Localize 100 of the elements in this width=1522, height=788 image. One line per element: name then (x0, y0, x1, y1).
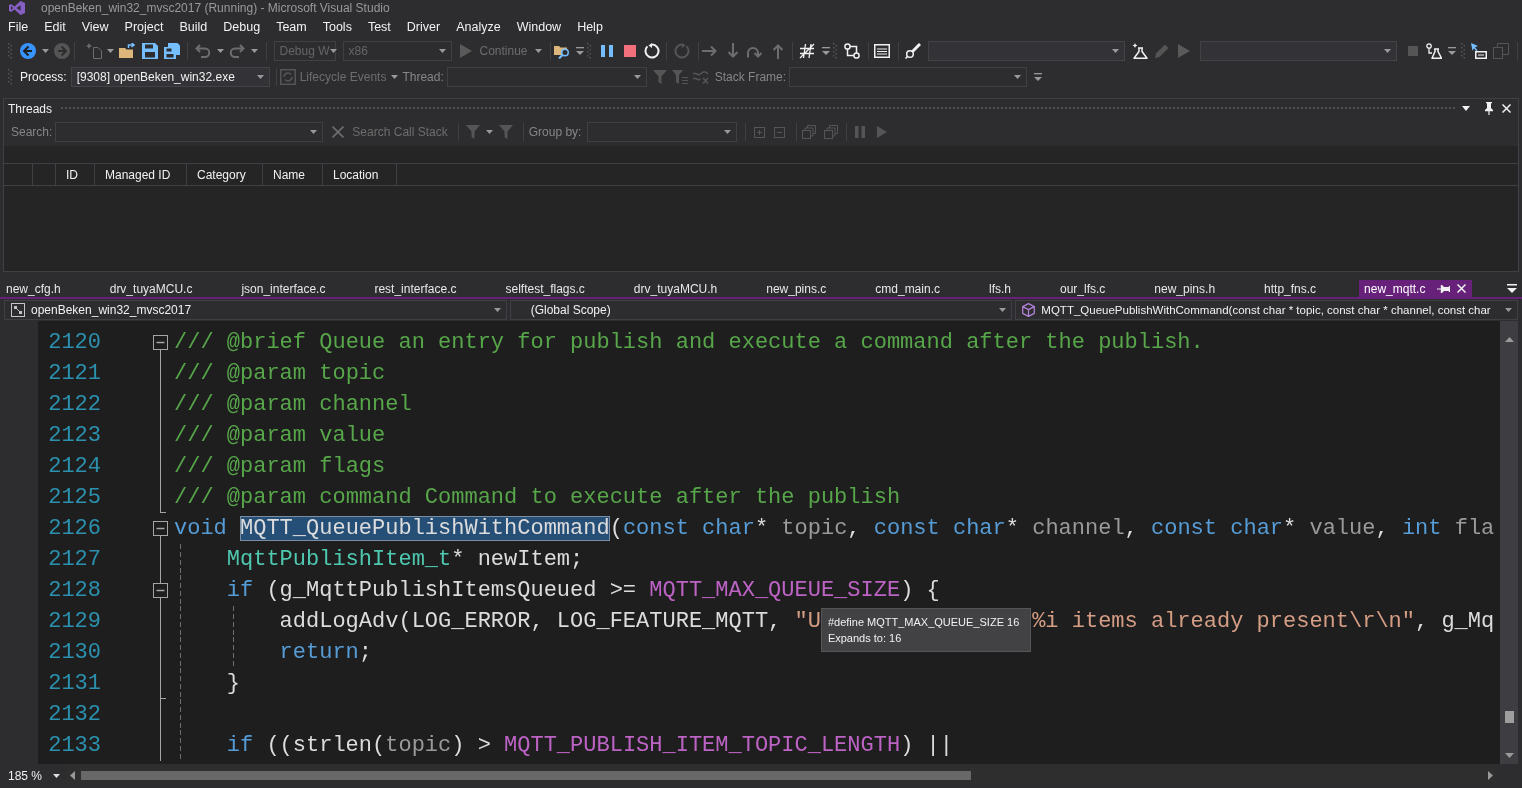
line-number: 2122 (48, 392, 101, 417)
caret-icon[interactable] (250, 49, 258, 53)
cube-icon[interactable] (1022, 303, 1036, 317)
scrollbar-thumb[interactable] (81, 771, 971, 780)
hash-slash-icon[interactable] (798, 43, 815, 59)
document-tab[interactable]: our_lfs.c (1054, 280, 1149, 297)
folder-search-icon[interactable] (553, 43, 570, 59)
caret-icon[interactable] (41, 49, 49, 53)
document-tab[interactable]: drv_tuyaMCU.h (627, 280, 761, 297)
pin-icon[interactable] (1484, 102, 1494, 115)
menu-item[interactable]: File (0, 17, 37, 37)
document-tab[interactable]: new_mqtt.c (1359, 280, 1473, 297)
pin-icon[interactable] (1437, 283, 1451, 294)
toolbar-grip[interactable] (8, 69, 12, 85)
document-tab[interactable]: rest_interface.c (368, 280, 500, 297)
document-tab[interactable]: drv_tuyaMCU.c (103, 280, 236, 297)
caret-icon[interactable] (999, 308, 1007, 312)
menu-item[interactable]: Tools (314, 17, 360, 37)
undo-icon[interactable] (195, 43, 211, 59)
scroll-up-icon[interactable] (1504, 337, 1514, 342)
document-tab[interactable]: http_fns.c (1258, 280, 1360, 297)
vertical-scrollbar[interactable] (1500, 321, 1518, 764)
caret-icon[interactable] (106, 49, 114, 53)
document-tab[interactable]: lfs.h (982, 280, 1054, 297)
flask-graph-icon[interactable] (1425, 43, 1442, 59)
menu-item[interactable]: Test (359, 17, 399, 37)
collapse-icon[interactable] (153, 521, 168, 536)
scroll-left-icon[interactable] (70, 771, 75, 780)
toolbar-grip[interactable] (8, 43, 12, 59)
arrow-right-icon[interactable] (701, 45, 718, 57)
toolbar-grip[interactable] (1460, 43, 1465, 59)
document-tab[interactable]: json_interface.c (235, 280, 369, 297)
scrollbar-thumb[interactable] (1504, 711, 1514, 723)
close-icon[interactable] (1457, 284, 1467, 293)
collapse-icon[interactable] (153, 335, 168, 350)
member-dropdown[interactable]: MQTT_QueuePublishWithCommand(const char * topic, const char * channel, const char (1015, 300, 1518, 320)
curved-arrow-icon[interactable] (746, 44, 763, 58)
project-dropdown[interactable]: openBeken_win32_mvsc2017 (4, 300, 507, 320)
menu-item[interactable]: Debug (215, 17, 269, 37)
window-title: openBeken_win32_mvsc2017 (Running) - Microsoft Visual Studio (41, 0, 390, 16)
toolbar-grip[interactable] (832, 43, 837, 59)
close-icon[interactable] (1502, 104, 1511, 113)
caret-icon[interactable] (486, 130, 494, 134)
flask-icon[interactable] (1131, 43, 1148, 59)
caret-icon[interactable] (493, 308, 501, 312)
collapse-icon[interactable] (153, 583, 168, 598)
document-tab[interactable]: new_cfg.h (0, 280, 104, 297)
column-header[interactable]: Managed ID (95, 164, 187, 185)
pencil-search-icon[interactable] (904, 43, 921, 59)
node-graph-icon[interactable] (843, 43, 860, 59)
process-dropdown[interactable]: [9308] openBeken_win32.exe (70, 67, 270, 87)
column-header[interactable]: Name (263, 164, 323, 185)
toolbar-overflow-icon[interactable] (1034, 73, 1043, 81)
caret-icon[interactable] (1505, 308, 1512, 312)
cursor-box-icon[interactable] (1470, 43, 1487, 59)
save-icon[interactable] (142, 43, 158, 59)
column-header[interactable]: Location (323, 164, 397, 185)
menu-item[interactable]: Edit (36, 17, 74, 37)
save-all-icon[interactable] (164, 43, 180, 59)
caret-icon[interactable] (216, 49, 224, 53)
dropdown-arrow-icon[interactable] (1462, 106, 1470, 111)
caret-icon[interactable] (256, 75, 264, 79)
toolbar-overflow-icon[interactable] (1447, 47, 1456, 55)
linked-squares-icon[interactable] (11, 303, 25, 317)
scope-dropdown[interactable]: (Global Scope) (509, 300, 1013, 320)
pause-icon[interactable] (600, 45, 613, 57)
stop-icon[interactable] (623, 45, 636, 57)
overflow-icon[interactable] (1507, 284, 1517, 293)
document-tab[interactable]: new_pins.h (1148, 280, 1259, 297)
arrow-up-icon[interactable] (771, 43, 784, 59)
column-header[interactable]: ID (56, 164, 95, 185)
document-tab[interactable]: cmd_main.c (869, 280, 983, 297)
document-tab[interactable]: new_pins.c (760, 280, 870, 297)
redo-icon[interactable] (229, 43, 245, 59)
toolbar-overflow-icon[interactable] (575, 47, 584, 55)
menu-item[interactable]: Project (116, 17, 172, 37)
toolbar-overflow-icon[interactable] (821, 47, 830, 55)
new-file-icon[interactable] (86, 43, 102, 59)
restart-icon[interactable] (643, 43, 660, 59)
menu-item[interactable]: Analyze (448, 17, 509, 37)
menu-item[interactable]: Team (268, 17, 315, 37)
window-list-icon[interactable] (873, 44, 890, 58)
menu-item[interactable]: Window (508, 17, 570, 37)
arrow-down-icon[interactable] (726, 43, 739, 59)
toolbar-grip[interactable] (586, 43, 591, 59)
open-folder-icon[interactable] (119, 43, 135, 59)
caret-icon[interactable] (1383, 49, 1391, 53)
column-header[interactable]: Category (187, 164, 263, 185)
scroll-down-icon[interactable] (1504, 753, 1514, 758)
menu-item[interactable]: View (73, 17, 117, 37)
document-tab[interactable]: selftest_flags.c (499, 280, 628, 297)
zoom-dropdown[interactable]: 185 % (4, 766, 64, 785)
menu-item[interactable]: Help (569, 17, 611, 37)
caret-icon[interactable] (1111, 49, 1119, 53)
scroll-right-icon[interactable] (1488, 771, 1493, 780)
back-arrow-icon[interactable] (20, 43, 36, 59)
menu-item[interactable]: Build (171, 17, 216, 37)
code-line: /// @param command Command to execute after the publish (174, 485, 901, 510)
menu-item[interactable]: Driver (398, 17, 449, 37)
caret-icon[interactable] (53, 773, 60, 778)
